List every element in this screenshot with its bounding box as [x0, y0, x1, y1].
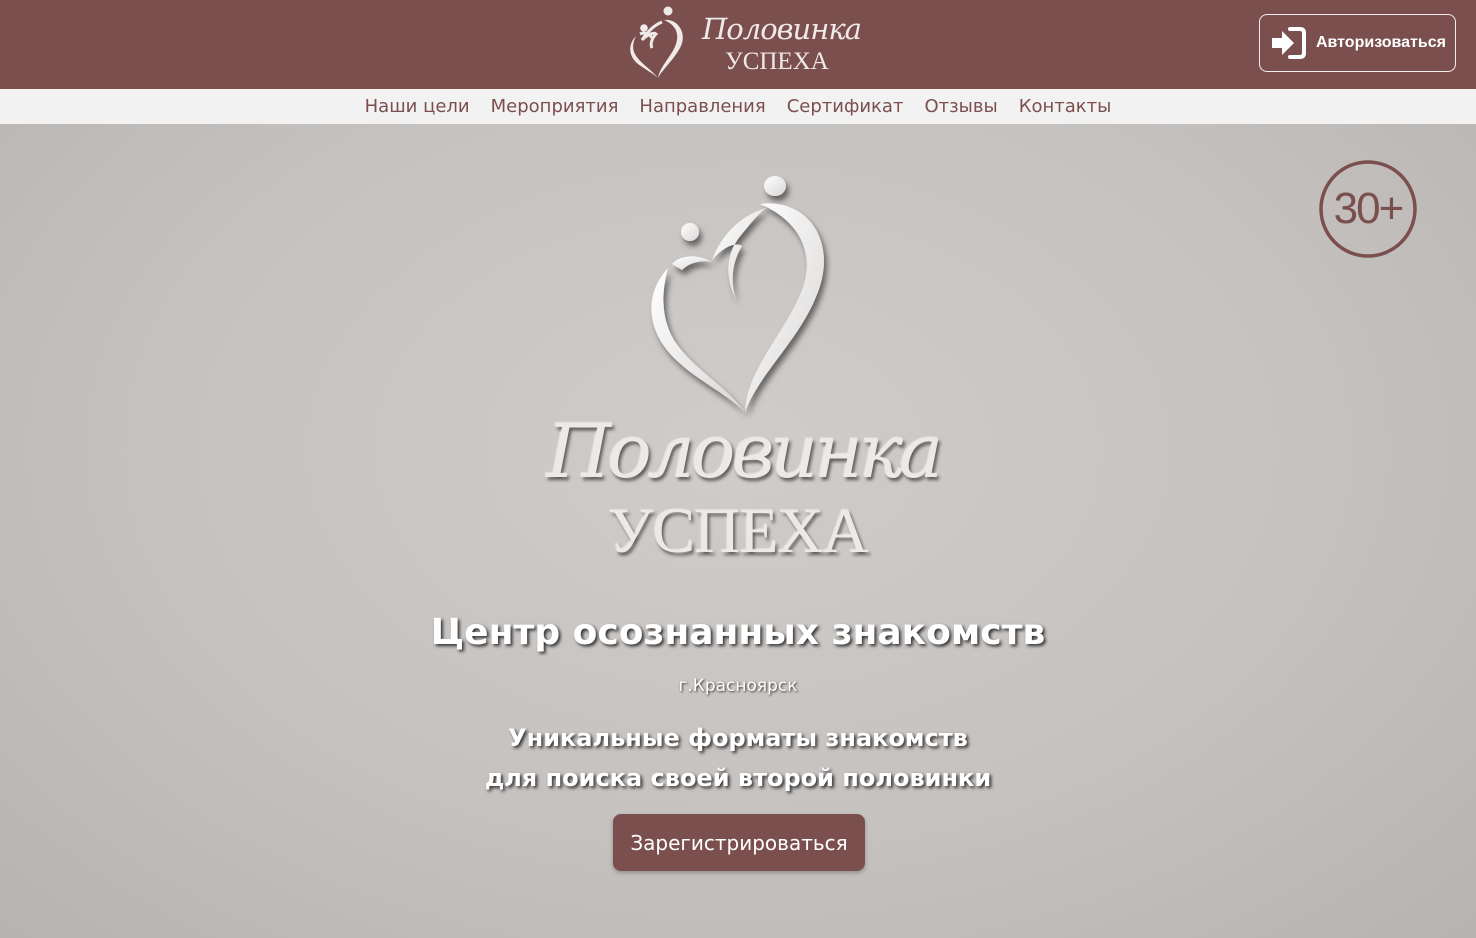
- nav-item-events[interactable]: Мероприятия: [491, 96, 619, 117]
- register-button[interactable]: Зарегистрироваться: [613, 814, 865, 871]
- main-nav: Наши цели Мероприятия Направления Сертиф…: [0, 89, 1476, 124]
- nav-item-directions[interactable]: Направления: [639, 96, 765, 117]
- hero-subtitle: Уникальные форматы знакомств для поиска …: [0, 718, 1476, 798]
- heart-people-icon: [630, 6, 683, 78]
- header-logo[interactable]: Половинка УСПЕХА: [622, 4, 862, 84]
- hero-city: г.Красноярск: [678, 676, 798, 696]
- heart-emblem-icon: [651, 176, 824, 412]
- hero-logo-caps: УСПЕХА: [608, 495, 869, 566]
- age-badge-text: 30+: [1333, 184, 1405, 233]
- hero-section: 30+ Половинка УСПЕХА Центр осознанных зн…: [0, 124, 1476, 938]
- login-button[interactable]: Авторизоваться: [1259, 14, 1456, 72]
- logo-script-text: Половинка: [702, 12, 862, 46]
- nav-item-certificate[interactable]: Сертификат: [787, 96, 904, 117]
- hero-subtitle-line-2: для поиска своей второй половинки: [484, 764, 992, 792]
- top-bar: Половинка УСПЕХА Авторизоваться: [0, 0, 1476, 89]
- hero-title: Центр осознанных знакомств: [430, 612, 1046, 653]
- login-button-label: Авторизоваться: [1316, 34, 1446, 51]
- hero-logo-script: Половинка: [546, 409, 944, 495]
- nav-item-contacts[interactable]: Контакты: [1019, 96, 1112, 117]
- hero-subtitle-line-1: Уникальные форматы знакомств: [508, 724, 968, 752]
- sign-in-icon: [1272, 27, 1306, 59]
- nav-item-reviews[interactable]: Отзывы: [924, 96, 997, 117]
- logo-caps-text: УСПЕХА: [725, 48, 829, 75]
- nav-item-goals[interactable]: Наши цели: [365, 96, 470, 117]
- age-badge: 30+: [1318, 159, 1418, 259]
